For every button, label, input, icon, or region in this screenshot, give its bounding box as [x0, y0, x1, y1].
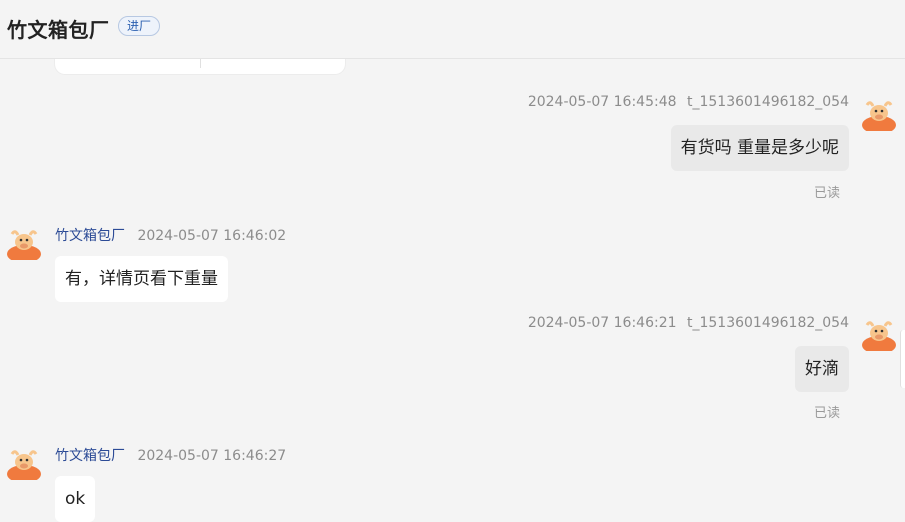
- chat-title: 竹文箱包厂: [7, 18, 110, 42]
- sender-name[interactable]: 竹文箱包厂: [55, 448, 125, 464]
- message-time: 2024-05-07 16:45:48: [527, 94, 677, 110]
- cow-avatar-icon: [862, 101, 896, 134]
- cow-avatar-icon: [7, 230, 41, 263]
- cow-avatar-icon: [862, 321, 896, 354]
- message-bubble[interactable]: 有货吗 重量是多少呢: [670, 125, 849, 171]
- user-avatar[interactable]: [861, 315, 897, 354]
- read-status: 已读: [813, 406, 840, 421]
- message-meta: 2024-05-07 16:46:21 t_1513601496182_054: [528, 315, 849, 331]
- side-panel-handle[interactable]: [900, 330, 905, 388]
- message-sender: t_1513601496182_054: [686, 315, 849, 331]
- message-bubble[interactable]: 好滴: [795, 346, 849, 392]
- chat-header: 竹文箱包厂 进厂: [0, 0, 905, 59]
- message-time: 2024-05-07 16:46:27: [137, 448, 287, 464]
- shop-avatar[interactable]: [6, 444, 42, 483]
- message-bubble[interactable]: ok: [55, 476, 96, 522]
- sender-name[interactable]: 竹文箱包厂: [55, 228, 125, 244]
- user-avatar[interactable]: [861, 95, 897, 134]
- shop-avatar[interactable]: [6, 224, 42, 263]
- message-bubble[interactable]: 有，详情页看下重量: [55, 256, 228, 302]
- read-status: 已读: [813, 186, 840, 201]
- message-sender: t_1513601496182_054: [686, 94, 849, 110]
- card-divider: [200, 58, 201, 68]
- message-meta: 竹文箱包厂 2024-05-07 16:46:27: [55, 445, 286, 465]
- message-meta: 竹文箱包厂 2024-05-07 16:46:02: [55, 225, 286, 245]
- cow-avatar-icon: [7, 450, 41, 483]
- message-meta: 2024-05-07 16:45:48 t_1513601496182_054: [528, 94, 849, 110]
- message-time: 2024-05-07 16:46:02: [137, 228, 287, 244]
- message-time: 2024-05-07 16:46:21: [527, 315, 677, 331]
- shop-badge[interactable]: 进厂: [118, 16, 161, 36]
